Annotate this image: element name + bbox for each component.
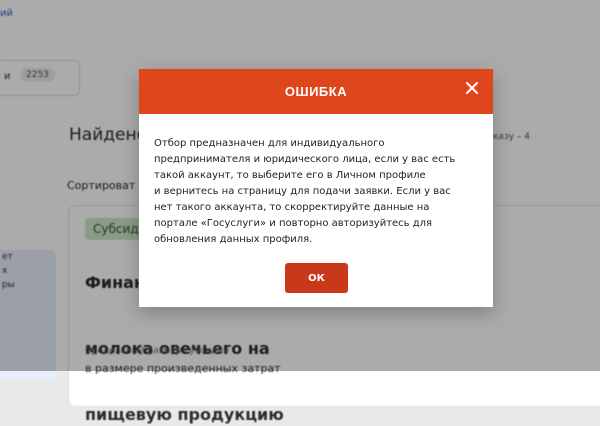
error-modal: ОШИБКА Отбор предназначен для индивидуал… <box>139 69 493 307</box>
message-line: обновления данных профиля. <box>154 234 313 245</box>
modal-message: Отбор предназначен для индивидуального п… <box>154 136 484 248</box>
message-line: нет такого аккаунта, то скорректируйте д… <box>154 202 430 213</box>
message-line: такой аккаунт, то выберите его в Личном … <box>154 170 426 181</box>
modal-header: ОШИБКА <box>139 69 493 114</box>
message-line: и вернитесь на страницу для подачи заявк… <box>154 186 451 197</box>
message-line: предпринимателя и юридического лица, есл… <box>154 154 456 165</box>
message-line: портале «Госуслуги» и повторно авторизуй… <box>154 218 433 229</box>
card-title-line: пищевую продукцию <box>85 405 284 424</box>
modal-title: ОШИБКА <box>284 84 348 99</box>
close-icon[interactable] <box>463 79 481 97</box>
ok-button[interactable]: ОК <box>285 263 348 293</box>
message-line: Отбор предназначен для индивидуального <box>154 138 385 149</box>
